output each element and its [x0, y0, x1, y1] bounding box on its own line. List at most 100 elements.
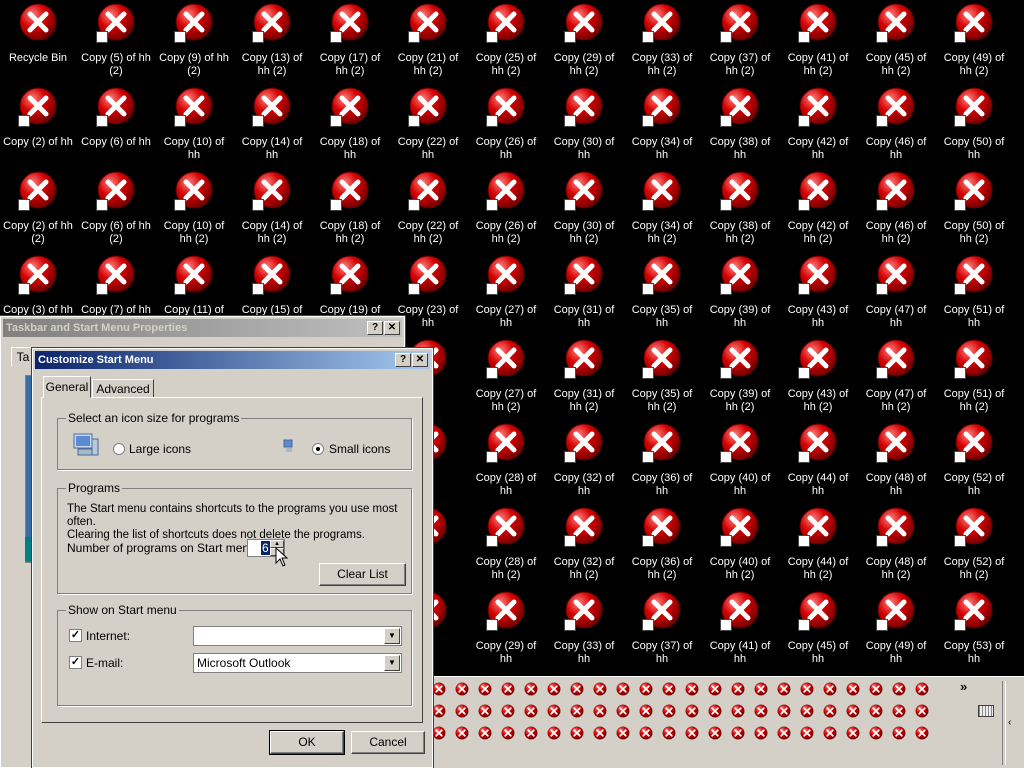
- quick-launch-error-icon[interactable]: [708, 726, 722, 740]
- desktop-shortcut[interactable]: Copy (28) of hh (2): [468, 504, 544, 588]
- desktop-shortcut[interactable]: Copy (22) of hh (2): [390, 168, 466, 252]
- email-dropdown[interactable]: Microsoft Outlook ▼: [193, 653, 402, 673]
- desktop-shortcut[interactable]: Copy (51) of hh: [936, 252, 1012, 336]
- quick-launch-error-icon[interactable]: [823, 726, 837, 740]
- desktop-shortcut[interactable]: Copy (6) of hh: [78, 84, 154, 168]
- help-button[interactable]: ?: [367, 321, 383, 335]
- desktop-shortcut[interactable]: Copy (13) of hh (2): [234, 0, 310, 84]
- desktop-shortcut[interactable]: Copy (27) of hh (2): [468, 336, 544, 420]
- desktop-shortcut[interactable]: Copy (26) of hh: [468, 84, 544, 168]
- desktop-shortcut[interactable]: Copy (2) of hh: [0, 84, 76, 168]
- desktop-shortcut[interactable]: Copy (45) of hh (2): [858, 0, 934, 84]
- chevron-icon[interactable]: »: [960, 679, 967, 694]
- desktop-shortcut[interactable]: Copy (22) of hh: [390, 84, 466, 168]
- quick-launch-error-icon[interactable]: [800, 726, 814, 740]
- quick-launch-error-icon[interactable]: [892, 682, 906, 696]
- quick-launch-error-icon[interactable]: [846, 682, 860, 696]
- desktop-shortcut[interactable]: Copy (43) of hh: [780, 252, 856, 336]
- desktop-shortcut[interactable]: Copy (42) of hh: [780, 84, 856, 168]
- quick-launch-error-icon[interactable]: [754, 704, 768, 718]
- quick-launch-error-icon[interactable]: [455, 726, 469, 740]
- quick-launch-error-icon[interactable]: [685, 704, 699, 718]
- quick-launch-error-icon[interactable]: [570, 726, 584, 740]
- desktop-shortcut[interactable]: Copy (50) of hh: [936, 84, 1012, 168]
- programs-count-value[interactable]: 6: [261, 541, 270, 555]
- desktop-shortcut[interactable]: Copy (52) of hh (2): [936, 504, 1012, 588]
- desktop-shortcut[interactable]: Copy (40) of hh: [702, 420, 778, 504]
- quick-launch-error-icon[interactable]: [432, 704, 446, 718]
- desktop-shortcut[interactable]: Copy (38) of hh: [702, 84, 778, 168]
- quick-launch-error-icon[interactable]: [915, 726, 929, 740]
- desktop-shortcut[interactable]: Copy (2) of hh (2): [0, 168, 76, 252]
- desktop-shortcut[interactable]: Copy (14) of hh (2): [234, 168, 310, 252]
- desktop-shortcut[interactable]: Copy (6) of hh (2): [78, 168, 154, 252]
- desktop-shortcut[interactable]: Copy (37) of hh (2): [702, 0, 778, 84]
- desktop-shortcut[interactable]: Copy (33) of hh (2): [624, 0, 700, 84]
- quick-launch-error-icon[interactable]: [708, 704, 722, 718]
- desktop-shortcut[interactable]: Copy (14) of hh: [234, 84, 310, 168]
- quick-launch-error-icon[interactable]: [593, 704, 607, 718]
- desktop-shortcut[interactable]: Copy (31) of hh (2): [546, 336, 622, 420]
- quick-launch-error-icon[interactable]: [501, 704, 515, 718]
- quick-launch-error-icon[interactable]: [708, 682, 722, 696]
- desktop-shortcut[interactable]: Copy (26) of hh (2): [468, 168, 544, 252]
- desktop-shortcut[interactable]: Copy (44) of hh (2): [780, 504, 856, 588]
- desktop-shortcut[interactable]: Copy (34) of hh: [624, 84, 700, 168]
- desktop-shortcut[interactable]: Copy (47) of hh: [858, 252, 934, 336]
- desktop-shortcut[interactable]: Copy (38) of hh (2): [702, 168, 778, 252]
- quick-launch-error-icon[interactable]: [800, 682, 814, 696]
- desktop-shortcut[interactable]: Copy (50) of hh (2): [936, 168, 1012, 252]
- desktop-shortcut[interactable]: Copy (47) of hh (2): [858, 336, 934, 420]
- quick-launch-error-icon[interactable]: [662, 704, 676, 718]
- quick-launch-error-icon[interactable]: [432, 726, 446, 740]
- quick-launch-error-icon[interactable]: [455, 704, 469, 718]
- desktop-shortcut[interactable]: Copy (48) of hh: [858, 420, 934, 504]
- quick-launch-error-icon[interactable]: [754, 726, 768, 740]
- quick-launch-error-icon[interactable]: [524, 726, 538, 740]
- quick-launch-error-icon[interactable]: [754, 682, 768, 696]
- quick-launch-error-icon[interactable]: [662, 682, 676, 696]
- desktop-shortcut[interactable]: Copy (36) of hh (2): [624, 504, 700, 588]
- tab-general[interactable]: General: [43, 376, 91, 398]
- large-icons-radio[interactable]: [113, 443, 125, 455]
- desktop-shortcut[interactable]: Copy (40) of hh (2): [702, 504, 778, 588]
- quick-launch-error-icon[interactable]: [685, 682, 699, 696]
- quick-launch-error-icon[interactable]: [731, 726, 745, 740]
- quick-launch-error-icon[interactable]: [869, 704, 883, 718]
- desktop-shortcut[interactable]: Copy (29) of hh (2): [546, 0, 622, 84]
- quick-launch-error-icon[interactable]: [731, 704, 745, 718]
- tab-advanced[interactable]: Advanced: [92, 379, 154, 398]
- quick-launch-error-icon[interactable]: [777, 726, 791, 740]
- quick-launch-error-icon[interactable]: [547, 726, 561, 740]
- desktop-shortcut[interactable]: Copy (43) of hh (2): [780, 336, 856, 420]
- quick-launch-error-icon[interactable]: [731, 682, 745, 696]
- desktop-shortcut[interactable]: Copy (28) of hh: [468, 420, 544, 504]
- quick-launch-error-icon[interactable]: [432, 682, 446, 696]
- recycle-bin-icon[interactable]: Recycle Bin: [0, 0, 76, 84]
- quick-launch-error-icon[interactable]: [547, 704, 561, 718]
- quick-launch-error-icon[interactable]: [892, 726, 906, 740]
- quick-launch-error-icon[interactable]: [455, 682, 469, 696]
- quick-launch-error-icon[interactable]: [915, 704, 929, 718]
- quick-launch-error-icon[interactable]: [501, 726, 515, 740]
- quick-launch-error-icon[interactable]: [478, 704, 492, 718]
- quick-launch-error-icon[interactable]: [846, 726, 860, 740]
- keyboard-icon[interactable]: [978, 705, 994, 717]
- quick-launch-error-icon[interactable]: [616, 682, 630, 696]
- quick-launch-error-icon[interactable]: [478, 726, 492, 740]
- desktop-shortcut[interactable]: Copy (9) of hh (2): [156, 0, 232, 84]
- desktop-shortcut[interactable]: Copy (29) of hh: [468, 588, 544, 672]
- desktop-shortcut[interactable]: Copy (21) of hh (2): [390, 0, 466, 84]
- desktop-shortcut[interactable]: Copy (18) of hh: [312, 84, 388, 168]
- desktop-shortcut[interactable]: Copy (10) of hh (2): [156, 168, 232, 252]
- internet-dropdown[interactable]: ▼: [193, 626, 402, 646]
- small-icons-radio[interactable]: [312, 443, 324, 455]
- desktop-shortcut[interactable]: Copy (27) of hh: [468, 252, 544, 336]
- quick-launch-error-icon[interactable]: [892, 704, 906, 718]
- clear-list-button[interactable]: Clear List: [319, 563, 406, 586]
- desktop-shortcut[interactable]: Copy (41) of hh (2): [780, 0, 856, 84]
- desktop-shortcut[interactable]: Copy (10) of hh: [156, 84, 232, 168]
- desktop-shortcut[interactable]: Copy (35) of hh: [624, 252, 700, 336]
- desktop-shortcut[interactable]: Copy (46) of hh (2): [858, 168, 934, 252]
- quick-launch-error-icon[interactable]: [570, 682, 584, 696]
